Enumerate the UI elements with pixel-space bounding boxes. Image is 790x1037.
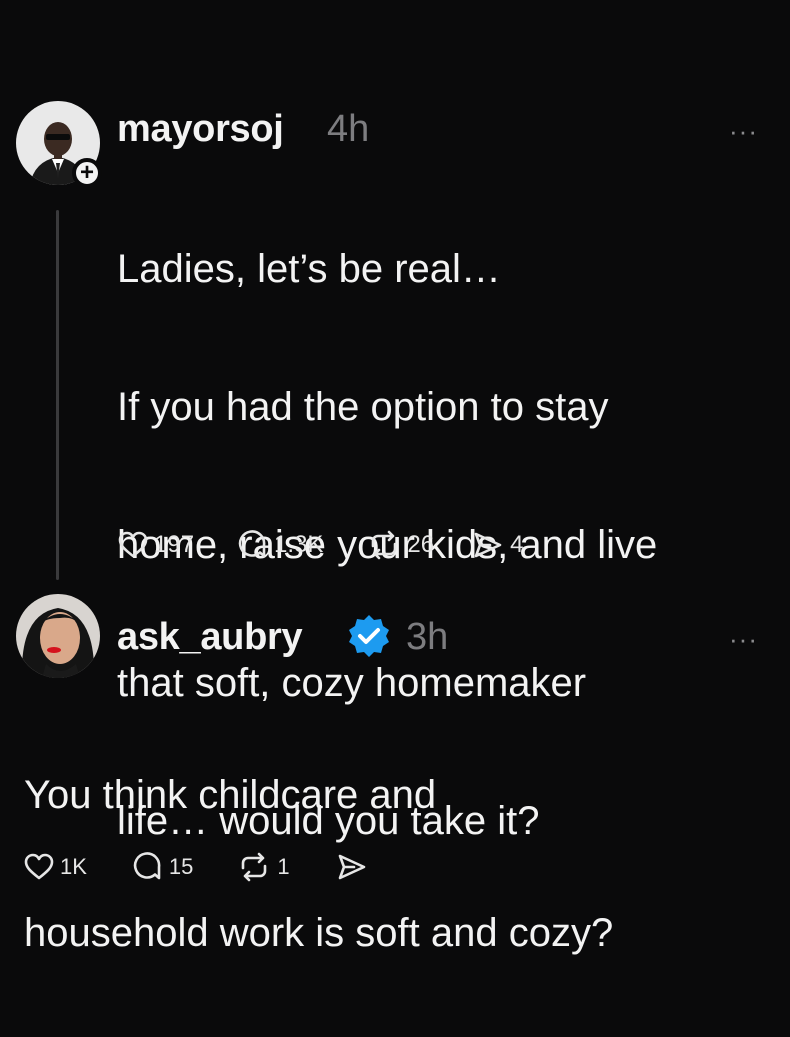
share-count: 4 xyxy=(510,531,524,558)
post-text-line: household work is soft and cozy? xyxy=(24,911,614,955)
post-actions: 1K 15 1 xyxy=(24,852,374,882)
post-text-line: If you had the option to stay xyxy=(117,385,609,429)
username[interactable]: mayorsoj xyxy=(117,108,284,151)
post-time: 3h xyxy=(406,616,449,658)
follow-plus-button[interactable]: + xyxy=(72,158,102,188)
post-text-line: Ladies, let’s be real… xyxy=(117,247,501,291)
repost-icon xyxy=(242,852,267,882)
more-icon[interactable]: ··· xyxy=(729,626,758,652)
reply-count: 15 xyxy=(168,854,194,879)
share-button[interactable] xyxy=(336,852,374,882)
like-count: 1K xyxy=(60,854,87,879)
send-icon xyxy=(474,532,502,558)
repost-icon xyxy=(372,530,397,560)
reply-count: 1.3K xyxy=(274,531,324,558)
repost-count: 1 xyxy=(277,854,290,879)
repost-button[interactable]: 1 xyxy=(237,852,290,882)
heart-icon xyxy=(24,853,54,880)
post-actions: 197 1.3K 26 4 xyxy=(118,530,523,560)
reply-button[interactable]: 1.3K xyxy=(238,530,323,560)
thread-line xyxy=(56,210,59,580)
post-time: 4h xyxy=(327,108,370,150)
more-icon[interactable]: ··· xyxy=(729,118,758,144)
like-count: 197 xyxy=(154,531,195,558)
reply-button[interactable]: 15 xyxy=(133,852,193,882)
post-text-line: You think childcare and xyxy=(24,773,437,817)
repost-count: 26 xyxy=(407,531,435,558)
send-icon xyxy=(338,854,365,880)
like-button[interactable]: 197 xyxy=(118,531,194,559)
share-button[interactable]: 4 xyxy=(472,530,523,560)
username[interactable]: ask_aubry xyxy=(117,616,303,659)
comment-icon xyxy=(238,530,266,558)
repost-button[interactable]: 26 xyxy=(367,530,434,560)
avatar[interactable] xyxy=(16,594,100,678)
comment-icon xyxy=(133,852,161,880)
heart-icon xyxy=(118,531,148,558)
verified-badge-icon xyxy=(349,615,389,657)
like-button[interactable]: 1K xyxy=(24,853,87,881)
